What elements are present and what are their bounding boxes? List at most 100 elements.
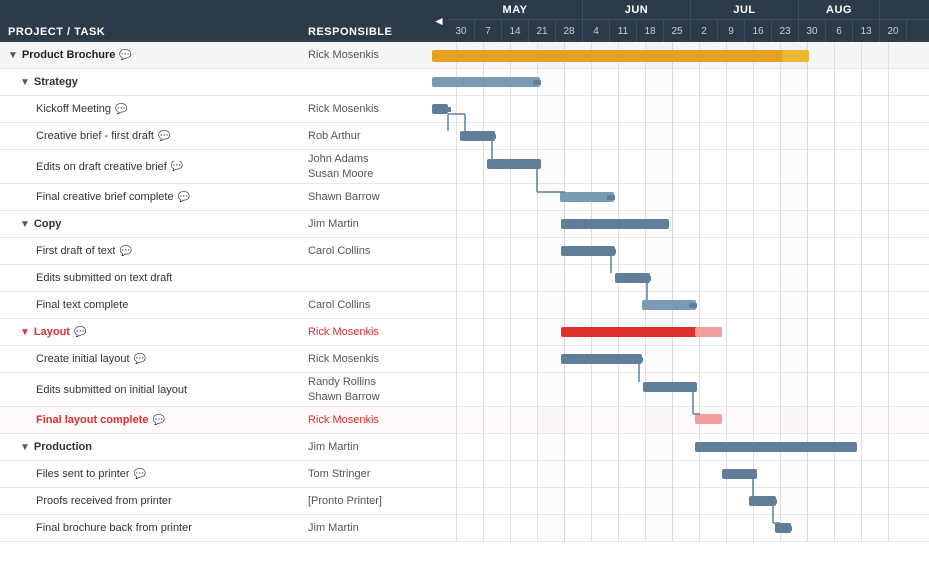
expand-icon-layout[interactable]: ▼ bbox=[20, 327, 30, 338]
resp-edits-layout: Randy RollinsShawn Barrow bbox=[300, 375, 430, 404]
expand-icon-copy[interactable]: ▼ bbox=[20, 219, 30, 230]
row-product-brochure: ▼ Product Brochure 💬 Rick Mosenkis bbox=[0, 42, 430, 69]
week-11: 11 bbox=[610, 20, 637, 42]
bar-product-brochure bbox=[432, 50, 796, 62]
week-14: 14 bbox=[502, 20, 529, 42]
nav-back-button[interactable]: ◄ bbox=[430, 0, 448, 42]
resp-create-layout: Rick Mosenkis bbox=[300, 352, 430, 366]
task-create-layout: Create initial layout 💬 bbox=[0, 353, 300, 365]
month-may: MAY bbox=[448, 0, 583, 19]
bar-copy bbox=[561, 219, 669, 229]
row-final-layout: Final layout complete 💬 Rick Mosenkis bbox=[0, 407, 430, 434]
bar-final-text-tab bbox=[689, 303, 697, 308]
resp-kickoff: Rick Mosenkis bbox=[300, 102, 430, 116]
task-strategy: ▼ Strategy bbox=[0, 76, 300, 88]
task-final-brochure: Final brochure back from printer bbox=[0, 522, 300, 534]
task-label-edits-layout: Edits submitted on initial layout bbox=[36, 384, 187, 396]
week-16: 16 bbox=[745, 20, 772, 42]
week-2: 2 bbox=[691, 20, 718, 42]
month-jun: JUN bbox=[583, 0, 691, 19]
bar-creative-brief-tab bbox=[488, 134, 496, 139]
comment-icon-first-draft-text: 💬 bbox=[119, 246, 131, 257]
bar-final-creative-tab bbox=[607, 195, 615, 200]
week-4: 4 bbox=[583, 20, 610, 42]
expand-icon-strategy[interactable]: ▼ bbox=[20, 77, 30, 88]
week-18: 18 bbox=[637, 20, 664, 42]
task-label-copy: Copy bbox=[34, 218, 62, 230]
task-label-final-layout: Final layout complete bbox=[36, 414, 148, 426]
bar-edits-draft-tab bbox=[533, 162, 541, 167]
bar-proofs bbox=[749, 496, 776, 506]
bar-strategy bbox=[432, 77, 540, 87]
comment-icon-layout: 💬 bbox=[74, 327, 86, 338]
bar-first-draft-text bbox=[561, 246, 615, 256]
week-9: 9 bbox=[718, 20, 745, 42]
bar-final-text bbox=[642, 300, 696, 310]
bar-product-brochure-end bbox=[782, 50, 809, 62]
task-layout: ▼ Layout 💬 bbox=[0, 326, 300, 338]
resp-product-brochure: Rick Mosenkis bbox=[300, 48, 430, 62]
bar-edits-layout bbox=[643, 382, 697, 392]
task-label-layout: Layout bbox=[34, 326, 70, 338]
bar-kickoff-tab bbox=[443, 107, 451, 112]
task-label-final-brochure: Final brochure back from printer bbox=[36, 522, 192, 534]
task-label-edits-draft: Edits on draft creative brief bbox=[36, 161, 167, 173]
gantt-bars-svg bbox=[430, 42, 889, 542]
row-layout: ▼ Layout 💬 Rick Mosenkis bbox=[0, 319, 430, 346]
task-final-layout: Final layout complete 💬 bbox=[0, 414, 300, 426]
bar-strategy-tab bbox=[533, 80, 541, 85]
bar-layout bbox=[561, 327, 722, 337]
bar-edits-text-tab bbox=[643, 276, 651, 281]
task-label-strategy: Strategy bbox=[34, 76, 78, 88]
expand-icon[interactable]: ▼ bbox=[8, 50, 18, 61]
row-files-printer: Files sent to printer 💬 Tom Stringer bbox=[0, 461, 430, 488]
week-28: 28 bbox=[556, 20, 583, 42]
bar-files-printer-tab bbox=[749, 472, 757, 477]
task-edits-draft: Edits on draft creative brief 💬 bbox=[0, 161, 300, 173]
task-copy: ▼ Copy bbox=[0, 218, 300, 230]
task-label-files-printer: Files sent to printer bbox=[36, 468, 130, 480]
task-production: ▼ Production bbox=[0, 441, 300, 453]
row-strategy: ▼ Strategy bbox=[0, 69, 430, 96]
row-edits-draft: Edits on draft creative brief 💬 John Ada… bbox=[0, 150, 430, 184]
header-resp-col: RESPONSIBLE bbox=[300, 22, 430, 42]
bar-creative-brief bbox=[460, 131, 495, 141]
row-first-draft-text: First draft of text 💬 Carol Collins bbox=[0, 238, 430, 265]
bar-files-printer bbox=[722, 469, 757, 479]
vertical-grid bbox=[430, 42, 929, 542]
comment-icon-edits-draft: 💬 bbox=[171, 161, 183, 172]
resp-creative-brief: Rob Arthur bbox=[300, 129, 430, 143]
row-final-text: Final text complete Carol Collins bbox=[0, 292, 430, 319]
task-final-text: Final text complete bbox=[0, 299, 300, 311]
task-label-first-draft-text: First draft of text bbox=[36, 245, 115, 257]
row-copy: ▼ Copy Jim Martin bbox=[0, 211, 430, 238]
bar-kickoff bbox=[432, 104, 448, 114]
row-creative-brief: Creative brief - first draft 💬 Rob Arthu… bbox=[0, 123, 430, 150]
task-creative-brief: Creative brief - first draft 💬 bbox=[0, 130, 300, 142]
resp-final-layout: Rick Mosenkis bbox=[300, 413, 430, 427]
bar-final-brochure bbox=[775, 523, 791, 533]
comment-icon-kickoff: 💬 bbox=[115, 104, 127, 115]
task-proofs: Proofs received from printer bbox=[0, 495, 300, 507]
header-left: PROJECT / TASK RESPONSIBLE bbox=[0, 0, 430, 42]
task-first-draft-text: First draft of text 💬 bbox=[0, 245, 300, 257]
task-final-creative: Final creative brief complete 💬 bbox=[0, 191, 300, 203]
comment-icon-product-brochure: 💬 bbox=[119, 50, 131, 61]
bar-create-layout bbox=[561, 354, 642, 364]
task-product-brochure: ▼ Product Brochure 💬 bbox=[0, 49, 300, 61]
resp-copy: Jim Martin bbox=[300, 217, 430, 231]
task-label-creative-brief: Creative brief - first draft bbox=[36, 130, 154, 142]
comment-icon-files-printer: 💬 bbox=[134, 469, 146, 480]
task-label-final-creative: Final creative brief complete bbox=[36, 191, 174, 203]
bar-edits-draft bbox=[487, 159, 541, 169]
week-13: 13 bbox=[853, 20, 880, 42]
resp-first-draft-text: Carol Collins bbox=[300, 244, 430, 258]
bar-proofs-tab bbox=[769, 499, 777, 504]
week-row: 30 7 14 21 28 4 11 18 25 2 9 16 23 30 6 … bbox=[448, 20, 929, 42]
comment-icon-create-layout: 💬 bbox=[134, 354, 146, 365]
bar-edits-text bbox=[615, 273, 650, 283]
expand-icon-production[interactable]: ▼ bbox=[20, 442, 30, 453]
resp-layout: Rick Mosenkis bbox=[300, 325, 430, 339]
week-30: 30 bbox=[448, 20, 475, 42]
month-jul: JUL bbox=[691, 0, 799, 19]
